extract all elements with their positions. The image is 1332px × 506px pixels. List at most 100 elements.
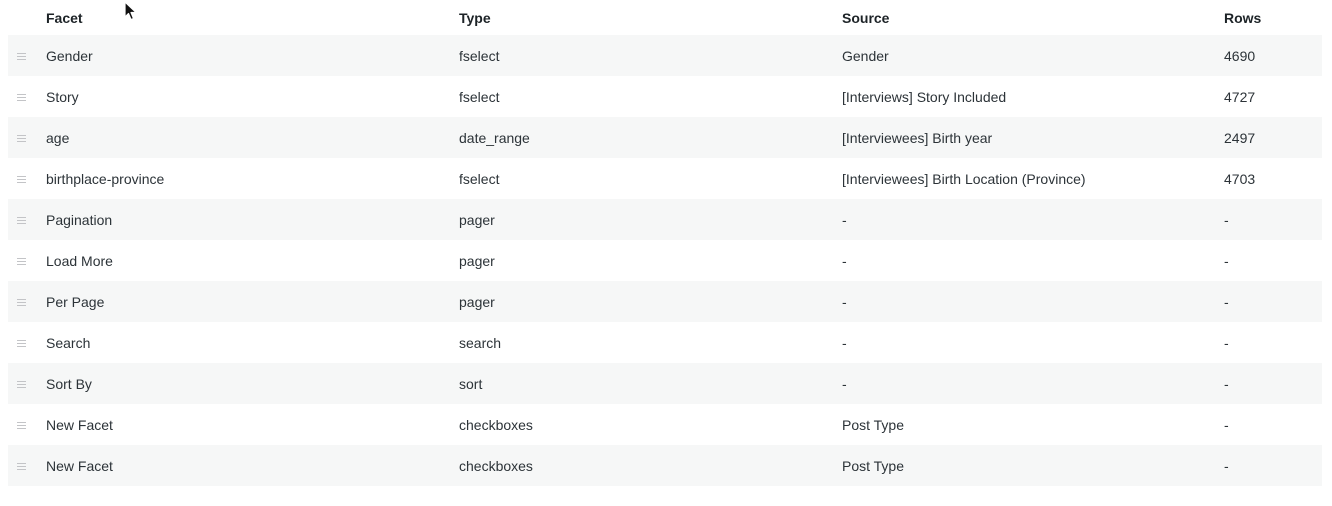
facet-type-cell: checkboxes bbox=[459, 457, 533, 474]
drag-handle-line bbox=[17, 346, 26, 348]
handle-cell bbox=[8, 363, 46, 404]
drag-handle-icon[interactable] bbox=[17, 53, 26, 61]
drag-handle-line bbox=[17, 469, 26, 471]
drag-handle-line bbox=[17, 53, 26, 55]
facet-type-cell: date_range bbox=[459, 129, 530, 146]
drag-handle-line bbox=[17, 97, 26, 99]
drag-handle-line bbox=[17, 176, 26, 178]
facet-name-cell[interactable]: New Facet bbox=[46, 445, 459, 486]
table-header: Facet Type Source Rows bbox=[8, 0, 1322, 35]
facet-rows-count-cell: - bbox=[1224, 252, 1229, 269]
handle-cell bbox=[8, 445, 46, 486]
facets-table: Facet Type Source Rows Gender fselect Gend… bbox=[8, 0, 1322, 486]
drag-handle-icon[interactable] bbox=[17, 299, 26, 307]
facet-source-cell: [Interviewees] Birth year bbox=[842, 129, 993, 146]
drag-handle-line bbox=[17, 305, 26, 307]
facet-source-cell: Post Type bbox=[842, 416, 905, 433]
drag-handle-line bbox=[17, 261, 26, 263]
header-source: Source bbox=[842, 9, 890, 26]
drag-handle-icon[interactable] bbox=[17, 340, 26, 348]
drag-handle-icon[interactable] bbox=[17, 463, 26, 471]
table-row[interactable]: Per Page pager - - bbox=[8, 281, 1322, 322]
drag-handle-line bbox=[17, 422, 26, 424]
table-row[interactable]: New Facet checkboxes Post Type - bbox=[8, 445, 1322, 486]
facet-name-cell[interactable]: New Facet bbox=[46, 404, 459, 445]
facet-name-cell[interactable]: Gender bbox=[46, 35, 459, 76]
drag-handle-line bbox=[17, 302, 26, 304]
handle-cell bbox=[8, 322, 46, 363]
drag-handle-icon[interactable] bbox=[17, 217, 26, 225]
facet-name-cell[interactable]: Search bbox=[46, 322, 459, 363]
drag-handle-line bbox=[17, 466, 26, 468]
facet-name-cell[interactable]: age bbox=[46, 117, 459, 158]
facet-source-cell: - bbox=[842, 293, 847, 310]
drag-handle-line bbox=[17, 258, 26, 260]
facet-type-cell: pager bbox=[459, 252, 495, 269]
drag-handle-icon[interactable] bbox=[17, 258, 26, 266]
drag-handle-line bbox=[17, 343, 26, 345]
mouse-pointer-icon bbox=[124, 1, 137, 21]
handle-cell bbox=[8, 199, 46, 240]
drag-handle-icon[interactable] bbox=[17, 94, 26, 102]
drag-handle-icon[interactable] bbox=[17, 135, 26, 143]
table-row[interactable]: Story fselect [Interviews] Story Included 4… bbox=[8, 76, 1322, 117]
drag-handle-line bbox=[17, 179, 26, 181]
header-rows: Rows bbox=[1224, 9, 1262, 26]
drag-handle-line bbox=[17, 463, 26, 465]
drag-handle-line bbox=[17, 425, 26, 427]
drag-handle-line bbox=[17, 223, 26, 225]
facet-name-cell[interactable]: birthplace-province bbox=[46, 158, 459, 199]
handle-cell bbox=[8, 281, 46, 322]
header-type: Type bbox=[459, 9, 491, 26]
drag-handle-line bbox=[17, 264, 26, 266]
drag-handle-line bbox=[17, 138, 26, 140]
header-handle bbox=[8, 0, 46, 35]
facet-rows: Gender fselect Gender 4690 Story fselect [Inte… bbox=[8, 35, 1322, 486]
drag-handle-line bbox=[17, 428, 26, 430]
drag-handle-line bbox=[17, 340, 26, 342]
facet-name-cell[interactable]: Story bbox=[46, 76, 459, 117]
handle-cell bbox=[8, 240, 46, 281]
table-row[interactable]: Load More pager - - bbox=[8, 240, 1322, 281]
drag-handle-line bbox=[17, 299, 26, 301]
drag-handle-icon[interactable] bbox=[17, 381, 26, 389]
drag-handle-line bbox=[17, 217, 26, 219]
handle-cell bbox=[8, 158, 46, 199]
facet-name-cell[interactable]: Load More bbox=[46, 240, 459, 281]
handle-cell bbox=[8, 76, 46, 117]
handle-cell bbox=[8, 404, 46, 445]
facet-type-cell: pager bbox=[459, 211, 495, 228]
facet-rows-count-cell: - bbox=[1224, 293, 1229, 310]
facet-source-cell: Gender bbox=[842, 47, 889, 64]
drag-handle-line bbox=[17, 135, 26, 137]
table-row[interactable]: Pagination pager - - bbox=[8, 199, 1322, 240]
table-row[interactable]: Search search - - bbox=[8, 322, 1322, 363]
handle-cell bbox=[8, 35, 46, 76]
drag-handle-line bbox=[17, 141, 26, 143]
facet-source-cell: - bbox=[842, 211, 847, 228]
facet-source-cell: [Interviewees] Birth Location (Province) bbox=[842, 170, 1086, 187]
table-row[interactable]: birthplace-province fselect [Interviewees]… bbox=[8, 158, 1322, 199]
facet-rows-count-cell: 2497 bbox=[1224, 129, 1256, 146]
facet-name-cell[interactable]: Per Page bbox=[46, 281, 459, 322]
table-row[interactable]: Gender fselect Gender 4690 bbox=[8, 35, 1322, 76]
drag-handle-icon[interactable] bbox=[17, 176, 26, 184]
facet-type-cell: search bbox=[459, 334, 502, 351]
facet-name-cell[interactable]: Pagination bbox=[46, 199, 459, 240]
facet-type-cell: pager bbox=[459, 293, 495, 310]
table-row[interactable]: New Facet checkboxes Post Type - bbox=[8, 404, 1322, 445]
drag-handle-line bbox=[17, 94, 26, 96]
drag-handle-icon[interactable] bbox=[17, 422, 26, 430]
facet-source-cell: Post Type bbox=[842, 457, 905, 474]
facet-type-cell: fselect bbox=[459, 170, 500, 187]
drag-handle-line bbox=[17, 387, 26, 389]
header-facet: Facet bbox=[46, 9, 83, 26]
drag-handle-line bbox=[17, 59, 26, 61]
facet-rows-count-cell: - bbox=[1224, 416, 1229, 433]
drag-handle-line bbox=[17, 100, 26, 102]
drag-handle-line bbox=[17, 182, 26, 184]
facet-name-cell[interactable]: Sort By bbox=[46, 363, 459, 404]
facet-source-cell: - bbox=[842, 375, 847, 392]
table-row[interactable]: Sort By sort - - bbox=[8, 363, 1322, 404]
table-row[interactable]: age date_range [Interviewees] Birth year 24… bbox=[8, 117, 1322, 158]
